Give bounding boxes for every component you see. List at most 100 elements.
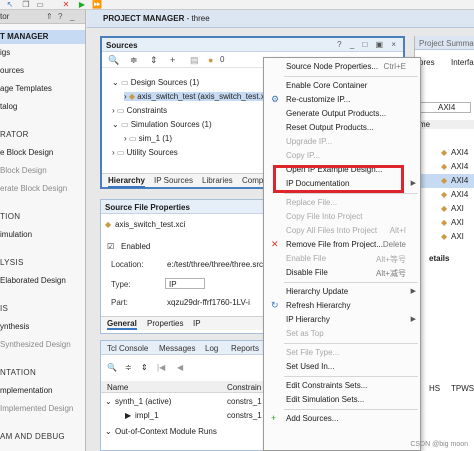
ip-row[interactable]: AXI — [451, 204, 464, 213]
previous-icon[interactable]: ◀ — [177, 363, 183, 372]
flow-section-header: LYSIS — [0, 258, 24, 267]
tree-node[interactable]: › ▭ Constraints — [112, 106, 167, 115]
tab-interfaces[interactable]: Interfa — [451, 58, 474, 67]
copy-icon[interactable]: ❐ — [22, 1, 30, 9]
tab-properties[interactable]: Properties — [147, 319, 183, 328]
menu-item-label: Edit Constraints Sets... — [286, 381, 368, 390]
expand-all-icon[interactable]: ⇕ — [150, 55, 158, 66]
column-constraints[interactable]: Constrain — [227, 383, 261, 392]
tree-node[interactable]: › ▭ Utility Sources — [112, 148, 178, 157]
tree-node[interactable]: ⌄ ▭ Simulation Sources (1) — [112, 120, 212, 129]
minimize-icon[interactable]: _ — [70, 12, 74, 21]
collapse-icon[interactable]: ⇑ — [46, 12, 53, 21]
flow-nav-item[interactable]: e Block Design — [0, 148, 53, 157]
tree-node-label: Design Sources (1) — [130, 78, 200, 87]
menu-item[interactable]: Hierarchy Update ▶ — [264, 285, 420, 299]
ip-row[interactable]: AXI — [451, 218, 464, 227]
search-icon[interactable]: 🔍 — [108, 55, 119, 66]
highlight-box — [273, 165, 404, 193]
flow-nav-item[interactable]: ources — [0, 66, 24, 75]
collapse-all-icon[interactable]: ≑ — [125, 363, 132, 372]
run-icon[interactable]: ▶ — [78, 1, 86, 9]
expand-icon[interactable]: ⌄ — [112, 120, 121, 129]
arrow-icon[interactable]: ↖ — [6, 1, 14, 9]
menu-item-label: Remove File from Project... — [286, 240, 383, 249]
ip-row[interactable]: AXI4 — [451, 190, 468, 199]
expand-icon[interactable]: ⌄ — [112, 78, 121, 87]
run-icon: ▶ — [125, 411, 132, 420]
menu-item-label: Copy All Files Into Project — [286, 226, 378, 235]
flow-navigator-title: tor — [0, 12, 10, 21]
flow-nav-item[interactable]: talog — [0, 102, 17, 111]
tab-ip[interactable]: IP — [193, 319, 201, 328]
paste-icon[interactable]: ▭ — [36, 1, 44, 9]
tree-node[interactable]: › ▭ sim_1 (1) — [124, 134, 172, 143]
flow-nav-item[interactable]: T MANAGER — [0, 30, 85, 44]
tab-hierarchy[interactable]: Hierarchy — [108, 176, 145, 188]
tab-log[interactable]: Log — [205, 344, 218, 353]
menu-item[interactable]: Edit Simulation Sets... — [264, 393, 420, 407]
menu-separator — [284, 76, 418, 77]
tab-reports[interactable]: Reports — [231, 344, 259, 353]
flow-nav-item[interactable]: Implemented Design — [0, 404, 73, 413]
run-all-icon[interactable]: ⏩ — [92, 1, 102, 9]
part-value: xqzu29dr-ffrf1760-1LV-i — [167, 298, 250, 307]
run-row-name[interactable]: synth_1 (active) — [115, 397, 171, 406]
flow-nav-item[interactable]: mplementation — [0, 386, 52, 395]
menu-item[interactable]: Reset Output Products... — [264, 121, 420, 135]
menu-item[interactable]: ✕ Remove File from Project... Delete — [264, 238, 420, 252]
flow-nav-item[interactable]: imulation — [0, 230, 32, 239]
flow-nav-item[interactable]: erate Block Design — [0, 184, 67, 193]
menu-item[interactable]: Source Node Properties... Ctrl+E — [264, 60, 420, 74]
expand-all-icon[interactable]: ⇕ — [141, 363, 148, 372]
runs-table-header: Name Constrain — [101, 381, 269, 393]
sfp-title: Source File Properties — [105, 203, 190, 212]
menu-item-label: Source Node Properties... — [286, 62, 379, 71]
menu-item[interactable]: Disable File Alt+减号 — [264, 266, 420, 280]
ip-row[interactable]: AXI4 — [451, 148, 468, 157]
menu-item[interactable]: Set Used In... — [264, 360, 420, 374]
menu-item[interactable]: + Add Sources... — [264, 412, 420, 426]
tab-ip-sources[interactable]: IP Sources — [154, 176, 193, 185]
flow-nav-item[interactable]: Elaborated Design — [0, 276, 66, 285]
tab-messages[interactable]: Messages — [159, 344, 195, 353]
enabled-checkbox[interactable]: ☑ — [107, 242, 114, 251]
tree-node[interactable]: › ◆ axis_switch_test (axis_switch_test.x — [124, 92, 265, 101]
column-name[interactable]: Name — [107, 383, 128, 392]
first-icon[interactable]: |◀ — [157, 363, 165, 372]
flow-nav-item[interactable]: igs — [0, 48, 10, 57]
column-hs: HS — [429, 384, 441, 393]
ip-row[interactable]: AXI — [451, 232, 464, 241]
ip-row[interactable]: AXI4 — [451, 176, 468, 185]
flow-nav-item[interactable]: Block Design — [0, 166, 47, 175]
ip-row[interactable]: AXI4 — [451, 162, 468, 171]
flow-nav-item[interactable]: age Templates — [0, 84, 52, 93]
search-icon[interactable]: 🔍 — [107, 363, 117, 372]
help-icon[interactable]: ? — [58, 12, 62, 21]
flow-nav-item[interactable]: ynthesis — [0, 322, 29, 331]
tab-tcl-console[interactable]: Tcl Console — [107, 344, 148, 353]
menu-item-label: Add Sources... — [286, 414, 339, 423]
run-row-name[interactable]: impl_1 — [135, 411, 159, 420]
tab-libraries[interactable]: Libraries — [202, 176, 233, 185]
collapse-all-icon[interactable]: ≑ — [130, 55, 138, 66]
menu-item[interactable]: ↻ Refresh Hierarchy — [264, 299, 420, 313]
menu-item[interactable]: Enable Core Container — [264, 79, 420, 93]
tab-cores[interactable]: ores — [419, 58, 435, 67]
tab-general[interactable]: General — [107, 319, 137, 330]
flow-nav-item[interactable]: Synthesized Design — [0, 340, 71, 349]
expand-icon[interactable]: ⌄ — [105, 427, 112, 436]
run-row-name[interactable]: Out-of-Context Module Runs — [115, 427, 217, 436]
panel-window-buttons[interactable]: ? _ □ ▣ × — [337, 40, 399, 49]
expand-icon[interactable]: ⌄ — [105, 397, 112, 406]
menu-item[interactable]: ⚙ Re-customize IP... — [264, 93, 420, 107]
menu-item[interactable]: IP Hierarchy ▶ — [264, 313, 420, 327]
tree-node[interactable]: ⌄ ▭ Design Sources (1) — [112, 78, 199, 87]
add-icon[interactable]: + — [170, 55, 175, 65]
menu-item[interactable]: Edit Constraints Sets... — [264, 379, 420, 393]
ip-search-field[interactable]: AXI4 — [419, 102, 471, 113]
properties-icon[interactable]: ▤ — [190, 55, 199, 66]
close-icon[interactable]: ✕ — [62, 1, 70, 9]
ip-icon: ◆ — [441, 204, 448, 213]
menu-item[interactable]: Generate Output Products... — [264, 107, 420, 121]
